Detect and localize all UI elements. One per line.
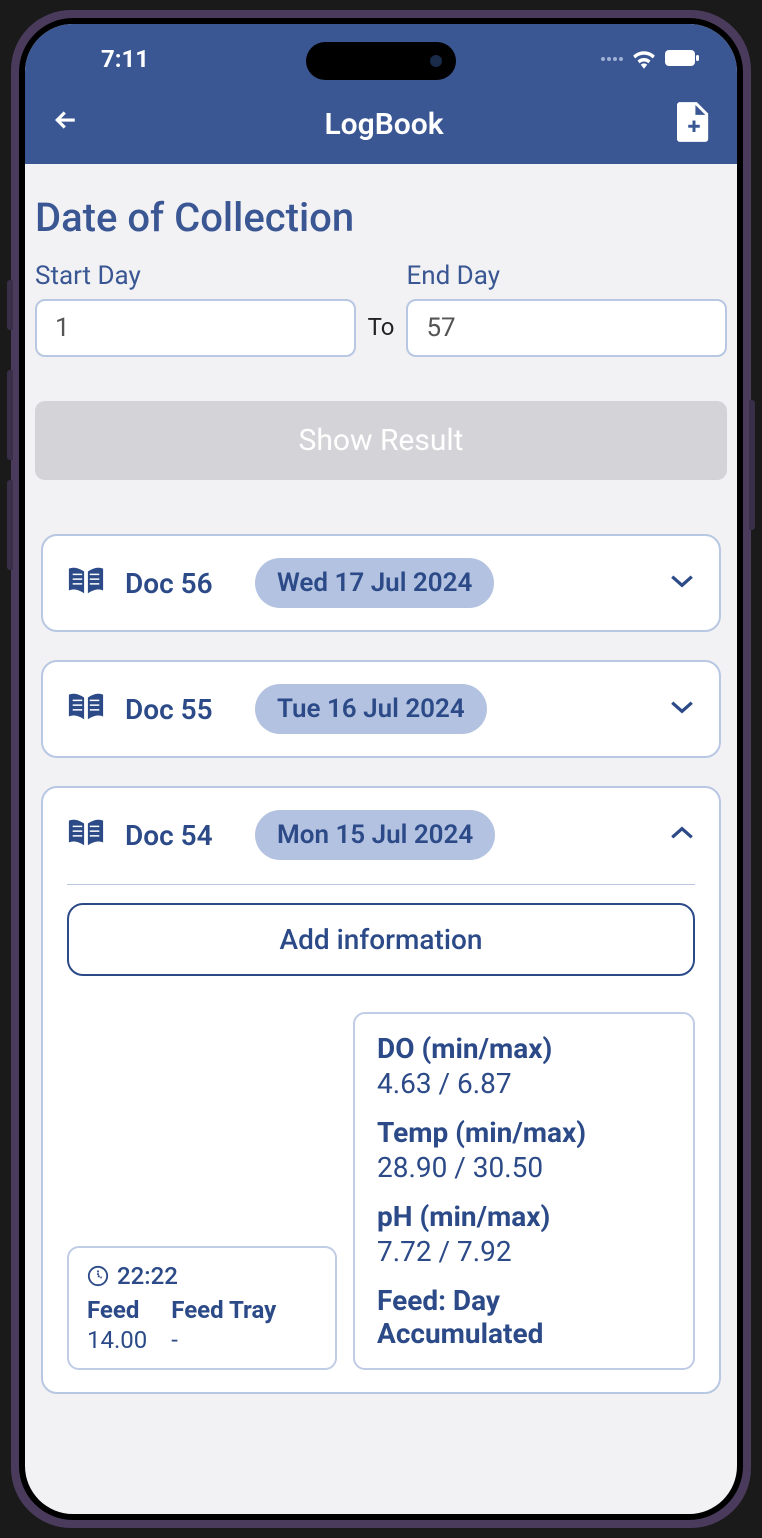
feedday-label: Feed: Day Accumulated	[377, 1284, 671, 1350]
doc-name: Doc 56	[125, 567, 235, 600]
battery-icon	[665, 50, 701, 68]
doc-date-pill: Wed 17 Jul 2024	[255, 558, 494, 608]
arrow-left-icon	[51, 105, 81, 135]
doc-date-pill: Tue 16 Jul 2024	[255, 684, 487, 734]
feed-tray-value: -	[171, 1326, 276, 1354]
back-button[interactable]	[51, 105, 91, 143]
temp-value: 28.90 / 30.50	[377, 1151, 671, 1184]
start-day-label: Start Day	[35, 261, 356, 291]
do-label: DO (min/max)	[377, 1032, 671, 1065]
start-day-input[interactable]	[35, 299, 356, 357]
divider	[67, 884, 695, 885]
feed-tray-label: Feed Tray	[171, 1296, 276, 1324]
feed-label: Feed	[87, 1296, 147, 1324]
status-time: 7:11	[101, 45, 149, 73]
end-day-input[interactable]	[406, 299, 727, 357]
feed-time: 22:22	[117, 1262, 178, 1290]
book-icon	[67, 692, 105, 726]
clock-icon	[87, 1265, 109, 1287]
chevron-up-icon	[669, 825, 695, 845]
chevron-down-icon	[669, 699, 695, 719]
add-document-button[interactable]	[677, 102, 711, 146]
doc-card-header[interactable]: Doc 56 Wed 17 Jul 2024	[67, 558, 695, 608]
add-information-button[interactable]: Add information	[67, 903, 695, 976]
section-title: Date of Collection	[25, 164, 737, 261]
ph-value: 7.72 / 7.92	[377, 1235, 671, 1268]
ph-label: pH (min/max)	[377, 1200, 671, 1233]
feed-card: 22:22 Feed 14.00 Feed Tray -	[67, 1246, 337, 1370]
temp-label: Temp (min/max)	[377, 1116, 671, 1149]
date-range-row: Start Day To End Day	[25, 261, 737, 357]
feed-value: 14.00	[87, 1326, 147, 1354]
wifi-icon	[631, 49, 657, 69]
file-plus-icon	[677, 102, 711, 142]
show-result-button[interactable]: Show Result	[35, 401, 727, 480]
book-icon	[67, 818, 105, 852]
do-value: 4.63 / 6.87	[377, 1067, 671, 1100]
doc-name: Doc 54	[125, 819, 235, 852]
doc-card: Doc 55 Tue 16 Jul 2024	[41, 660, 721, 758]
doc-card-expanded: Doc 54 Mon 15 Jul 2024 Add information	[41, 786, 721, 1394]
chevron-down-icon	[669, 573, 695, 593]
end-day-label: End Day	[406, 261, 727, 291]
doc-card: Doc 56 Wed 17 Jul 2024	[41, 534, 721, 632]
page-title: LogBook	[324, 107, 443, 142]
doc-date-pill: Mon 15 Jul 2024	[255, 810, 495, 860]
doc-card-header[interactable]: Doc 54 Mon 15 Jul 2024	[67, 810, 695, 860]
cellular-icon	[601, 57, 623, 61]
status-icons	[601, 49, 701, 69]
to-label: To	[368, 313, 395, 357]
doc-name: Doc 55	[125, 693, 235, 726]
doc-card-header[interactable]: Doc 55 Tue 16 Jul 2024	[67, 684, 695, 734]
metrics-card: DO (min/max) 4.63 / 6.87 Temp (min/max) …	[353, 1012, 695, 1370]
book-icon	[67, 566, 105, 600]
doc-list: Doc 56 Wed 17 Jul 2024	[25, 480, 737, 1394]
app-header: LogBook	[25, 84, 737, 164]
detail-row: 22:22 Feed 14.00 Feed Tray -	[67, 1012, 695, 1370]
